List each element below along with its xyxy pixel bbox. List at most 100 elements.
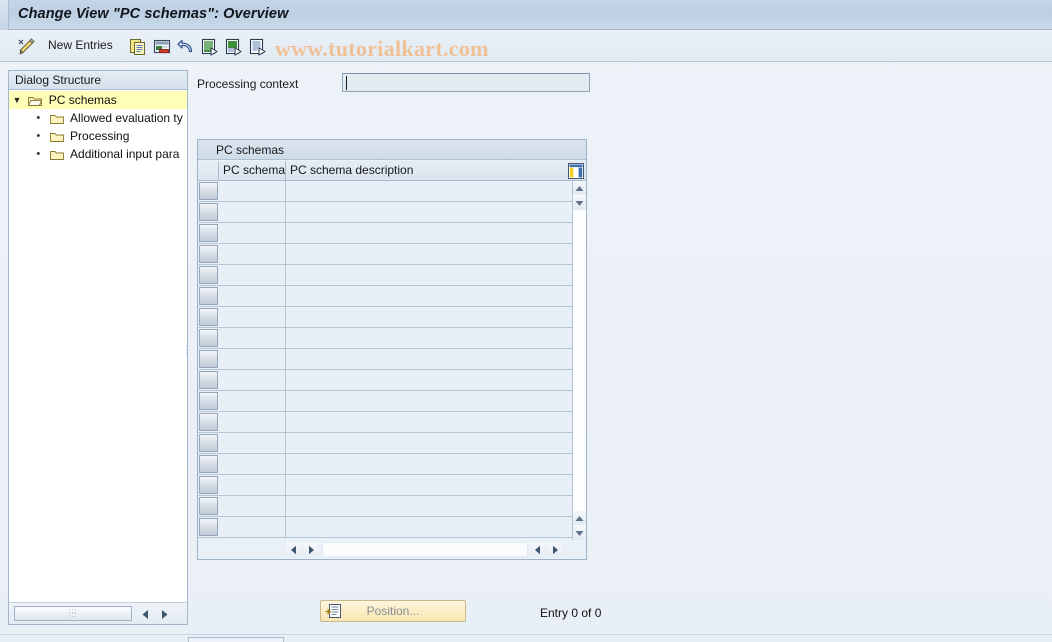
hscroll-right-button-2[interactable]: [547, 542, 562, 557]
cell-pc-schema[interactable]: [219, 286, 286, 306]
sidebar-item-allowed-evaluation-types[interactable]: • Allowed evaluation ty: [9, 109, 187, 127]
sidebar-item-processing[interactable]: • Processing: [9, 127, 187, 145]
cell-pc-schema[interactable]: [219, 475, 286, 495]
cell-pc-schema[interactable]: [219, 349, 286, 369]
cell-pc-schema-description[interactable]: [286, 307, 572, 327]
cell-pc-schema-description[interactable]: [286, 286, 572, 306]
table-row[interactable]: [198, 412, 572, 433]
table-vertical-scrollbar[interactable]: [572, 181, 586, 540]
row-selector-button[interactable]: [199, 287, 218, 305]
table-row[interactable]: [198, 307, 572, 328]
hscroll-left-button-2[interactable]: [303, 542, 318, 557]
cell-pc-schema-description[interactable]: [286, 349, 572, 369]
panel-splitter[interactable]: ::::: [185, 72, 192, 623]
cell-pc-schema-description[interactable]: [286, 328, 572, 348]
cell-pc-schema-description[interactable]: [286, 181, 572, 201]
position-button[interactable]: Position...: [320, 600, 466, 622]
cell-pc-schema[interactable]: [219, 244, 286, 264]
pencil-icon[interactable]: [14, 34, 40, 60]
row-selector-button[interactable]: [199, 434, 218, 452]
cell-pc-schema-description[interactable]: [286, 265, 572, 285]
hscroll-right-button-1[interactable]: [530, 542, 545, 557]
table-row[interactable]: [198, 244, 572, 265]
cell-pc-schema[interactable]: [219, 307, 286, 327]
sidebar-item-pc-schemas[interactable]: ▼ PC schemas: [9, 91, 187, 109]
sidebar-scroll-left-button[interactable]: [139, 607, 152, 621]
sidebar-scroll-right-button[interactable]: [158, 607, 171, 621]
cell-pc-schema[interactable]: [219, 412, 286, 432]
cell-pc-schema[interactable]: [219, 454, 286, 474]
row-selector-button[interactable]: [199, 329, 218, 347]
vscroll-down-bottom-button[interactable]: [573, 526, 586, 540]
select-all-column-header[interactable]: [198, 161, 219, 180]
cell-pc-schema-description[interactable]: [286, 223, 572, 243]
vscroll-up-top-button[interactable]: [573, 181, 586, 195]
copy-icon[interactable]: [126, 34, 150, 60]
table-row[interactable]: [198, 328, 572, 349]
column-header-pc-schema[interactable]: PC schema: [219, 161, 286, 180]
table-row[interactable]: [198, 265, 572, 286]
cell-pc-schema-description[interactable]: [286, 454, 572, 474]
vscroll-up-bottom-button[interactable]: [573, 511, 586, 525]
table-horizontal-scrollbar[interactable]: [198, 540, 586, 559]
cell-pc-schema-description[interactable]: [286, 496, 572, 516]
cell-pc-schema[interactable]: [219, 202, 286, 222]
cell-pc-schema-description[interactable]: [286, 412, 572, 432]
table-row[interactable]: [198, 496, 572, 517]
table-row[interactable]: [198, 475, 572, 496]
cell-pc-schema-description[interactable]: [286, 433, 572, 453]
cell-pc-schema[interactable]: [219, 391, 286, 411]
table-row[interactable]: [198, 202, 572, 223]
table-row[interactable]: [198, 349, 572, 370]
hscroll-track[interactable]: [322, 542, 528, 557]
table-row[interactable]: [198, 517, 572, 538]
row-selector-button[interactable]: [199, 266, 218, 284]
row-selector-button[interactable]: [199, 476, 218, 494]
select-block-icon[interactable]: [222, 34, 246, 60]
table-settings-icon[interactable]: [568, 163, 584, 179]
row-selector-button[interactable]: [199, 308, 218, 326]
cell-pc-schema[interactable]: [219, 433, 286, 453]
row-selector-button[interactable]: [199, 350, 218, 368]
sidebar-resize-handle[interactable]: ::::::: [14, 606, 132, 621]
deselect-all-icon[interactable]: [246, 34, 270, 60]
vscroll-track[interactable]: [573, 211, 586, 510]
row-selector-button[interactable]: [199, 518, 218, 536]
vscroll-down-top-button[interactable]: [573, 196, 586, 210]
cell-pc-schema[interactable]: [219, 328, 286, 348]
column-header-pc-schema-description[interactable]: PC schema description: [286, 161, 572, 180]
table-row[interactable]: [198, 181, 572, 202]
row-selector-button[interactable]: [199, 371, 218, 389]
cell-pc-schema[interactable]: [219, 223, 286, 243]
row-selector-button[interactable]: [199, 455, 218, 473]
table-row[interactable]: [198, 223, 572, 244]
table-row[interactable]: [198, 433, 572, 454]
row-selector-button[interactable]: [199, 497, 218, 515]
cell-pc-schema[interactable]: [219, 265, 286, 285]
hscroll-left-button-1[interactable]: [286, 542, 301, 557]
cell-pc-schema[interactable]: [219, 370, 286, 390]
undo-icon[interactable]: [174, 34, 198, 60]
delete-icon[interactable]: [150, 34, 174, 60]
cell-pc-schema-description[interactable]: [286, 244, 572, 264]
new-entries-button[interactable]: New Entries: [48, 38, 113, 52]
cell-pc-schema-description[interactable]: [286, 391, 572, 411]
cell-pc-schema[interactable]: [219, 517, 286, 537]
sidebar-item-additional-input-parameters[interactable]: • Additional input para: [9, 145, 187, 163]
row-selector-button[interactable]: [199, 203, 218, 221]
row-selector-button[interactable]: [199, 224, 218, 242]
row-selector-button[interactable]: [199, 182, 218, 200]
row-selector-button[interactable]: [199, 392, 218, 410]
cell-pc-schema[interactable]: [219, 496, 286, 516]
table-row[interactable]: [198, 454, 572, 475]
table-row[interactable]: [198, 391, 572, 412]
cell-pc-schema-description[interactable]: [286, 370, 572, 390]
table-row[interactable]: [198, 286, 572, 307]
cell-pc-schema[interactable]: [219, 181, 286, 201]
row-selector-button[interactable]: [199, 245, 218, 263]
row-selector-button[interactable]: [199, 413, 218, 431]
table-row[interactable]: [198, 370, 572, 391]
cell-pc-schema-description[interactable]: [286, 475, 572, 495]
processing-context-input[interactable]: [342, 73, 590, 92]
chevron-down-icon[interactable]: ▼: [9, 91, 25, 109]
